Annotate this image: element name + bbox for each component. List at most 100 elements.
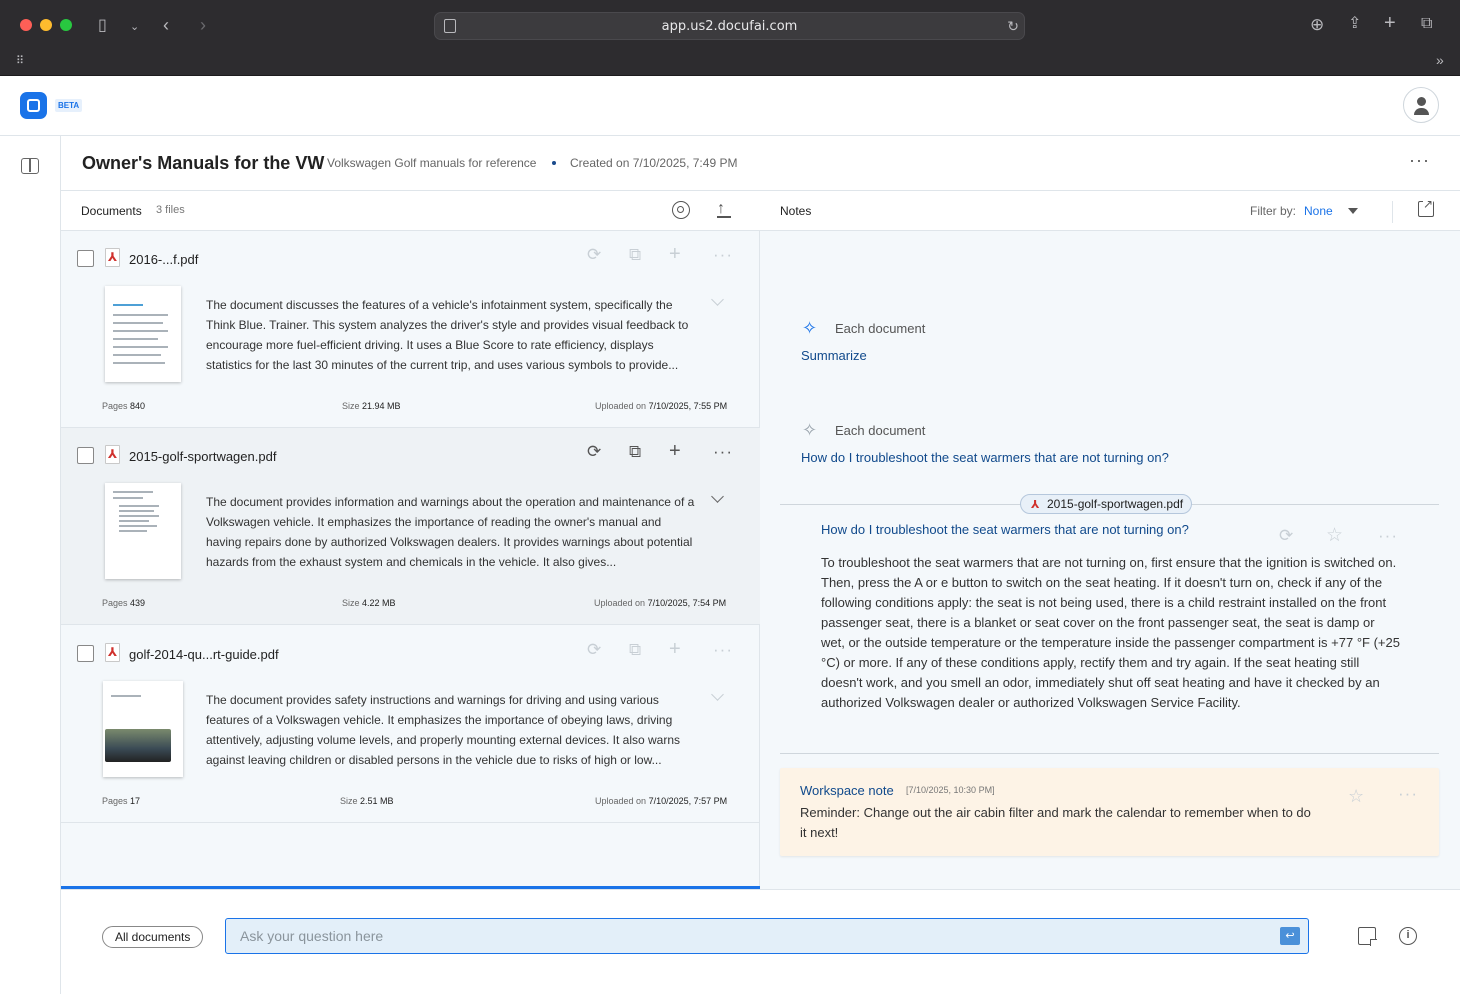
document-pages: Pages 840	[102, 401, 146, 411]
document-name[interactable]: golf-2014-qu...rt-guide.pdf	[129, 647, 279, 662]
chevron-down-icon[interactable]: ⌄	[130, 19, 139, 35]
downloads-icon[interactable]: ⊕	[1310, 16, 1324, 33]
document-thumbnail[interactable]	[103, 681, 183, 777]
document-summary: The document provides information and wa…	[206, 495, 695, 569]
pdf-icon	[105, 643, 120, 662]
separator-dot	[552, 161, 556, 165]
user-avatar[interactable]	[1403, 87, 1439, 123]
more-icon[interactable]: ···	[713, 442, 733, 462]
address-bar[interactable]: app.us2.docufai.com ↻	[434, 12, 1025, 40]
document-size: Size 21.94 MB	[342, 401, 401, 411]
document-checkbox[interactable]	[77, 645, 94, 662]
documents-header: Documents 3 files ↑	[61, 191, 760, 231]
info-icon[interactable]: i	[1399, 927, 1417, 945]
back-icon[interactable]: ‹	[163, 16, 169, 34]
prompt-summarize[interactable]: Summarize	[801, 348, 867, 363]
tab-overview-icon[interactable]: ⧉	[1421, 16, 1432, 32]
workspace-created: Created on 7/10/2025, 7:49 PM	[570, 156, 738, 170]
prompt-question[interactable]: How do I troubleshoot the seat warmers t…	[801, 450, 1169, 465]
answer-question[interactable]: How do I troubleshoot the seat warmers t…	[821, 522, 1189, 537]
document-checkbox[interactable]	[77, 447, 94, 464]
minimize-window-button[interactable]	[40, 19, 52, 31]
document-item[interactable]: 2016-...f.pdf ⟳ ⧉ + ··· The document dis…	[61, 231, 760, 428]
workspace-more-button[interactable]: ···	[1409, 150, 1430, 171]
divider	[1392, 201, 1393, 223]
workspace-note-text: Reminder: Change out the air cabin filte…	[800, 805, 1311, 840]
more-icon[interactable]: ···	[713, 640, 733, 660]
source-document-name: 2015-golf-sportwagen.pdf	[1047, 497, 1184, 511]
document-actions: ⟳ ⧉ + ···	[581, 243, 741, 269]
browser-chrome: ▯ ⌄ ‹ › app.us2.docufai.com ↻ ⊕ ⇪ + ⧉ ⠿ …	[0, 0, 1460, 76]
export-icon[interactable]	[1418, 197, 1434, 217]
prompt-scope: Each document	[835, 423, 926, 438]
more-icon[interactable]: ···	[1398, 784, 1418, 804]
panel-toggle-icon[interactable]	[21, 158, 39, 174]
add-note-icon[interactable]	[1358, 927, 1377, 946]
expand-chevron-icon[interactable]	[711, 490, 724, 503]
app-header: BETA	[0, 76, 1460, 136]
answer-bottom-divider	[780, 753, 1439, 754]
document-item[interactable]: 2015-golf-sportwagen.pdf ⟳ ⧉ + ··· The d…	[61, 428, 760, 625]
documents-count: 3 files	[156, 204, 185, 216]
upload-icon[interactable]: ↑	[717, 200, 731, 218]
documents-title: Documents	[81, 204, 142, 218]
document-summary: The document provides safety instruction…	[206, 693, 681, 767]
document-pages: Pages 439	[102, 598, 146, 608]
forward-icon[interactable]: ›	[200, 16, 206, 34]
workspace-title: Owner's Manuals for the VW	[82, 153, 325, 173]
add-icon[interactable]: +	[669, 638, 681, 661]
copy-icon[interactable]: ⧉	[629, 640, 641, 660]
document-item[interactable]: golf-2014-qu...rt-guide.pdf ⟳ ⧉ + ··· Th…	[61, 626, 760, 823]
reload-icon[interactable]: ↻	[1007, 18, 1019, 35]
add-icon[interactable]: +	[669, 440, 681, 463]
left-rail	[0, 136, 61, 994]
refresh-icon[interactable]: ⟳	[587, 442, 601, 462]
more-icon[interactable]: ···	[1378, 526, 1398, 546]
scope-all-documents-button[interactable]: All documents	[102, 926, 204, 948]
grid-icon[interactable]: ⠿	[16, 53, 24, 69]
new-tab-icon[interactable]: +	[1384, 13, 1396, 33]
document-name[interactable]: 2015-golf-sportwagen.pdf	[129, 449, 276, 464]
notes-title: Notes	[780, 204, 812, 218]
more-icon[interactable]: ···	[713, 245, 733, 265]
copy-icon[interactable]: ⧉	[629, 442, 641, 462]
notes-header: Notes Filter by: None	[760, 191, 1460, 231]
document-checkbox[interactable]	[77, 250, 94, 267]
sparkle-icon: ✧	[802, 318, 818, 338]
share-icon[interactable]: ⇪	[1348, 16, 1361, 32]
workspace-note-label: Workspace note	[800, 783, 894, 798]
maximize-window-button[interactable]	[60, 19, 72, 31]
sidebar-toggle-icon[interactable]: ▯	[98, 18, 107, 34]
document-actions: ⟳ ⧉ + ···	[581, 638, 741, 664]
document-thumbnail[interactable]	[105, 286, 181, 382]
url-text: app.us2.docufai.com	[661, 19, 798, 34]
expand-chevron-icon[interactable]	[711, 293, 724, 306]
app-logo[interactable]	[20, 92, 47, 119]
ask-field[interactable]: ↩	[225, 918, 1309, 954]
filter-label: Filter by:	[1250, 204, 1297, 218]
workspace-note-card[interactable]: Workspace note [7/10/2025, 10:30 PM] Rem…	[780, 768, 1439, 856]
workspace-note-timestamp: [7/10/2025, 10:30 PM]	[906, 785, 995, 795]
target-icon[interactable]	[672, 201, 690, 219]
send-icon[interactable]: ↩	[1280, 927, 1300, 945]
document-name[interactable]: 2016-...f.pdf	[129, 252, 198, 267]
prompt-scope: Each document	[835, 321, 926, 336]
refresh-icon[interactable]: ⟳	[587, 640, 601, 660]
double-chevron-icon[interactable]: »	[1436, 52, 1444, 68]
source-document-chip[interactable]: 2015-golf-sportwagen.pdf	[1020, 494, 1193, 514]
refresh-icon[interactable]: ⟳	[587, 245, 601, 265]
filter-select[interactable]: None	[1304, 204, 1333, 218]
expand-chevron-icon[interactable]	[711, 688, 724, 701]
document-size: Size 4.22 MB	[342, 598, 396, 608]
beta-badge: BETA	[55, 99, 83, 112]
document-thumbnail[interactable]	[105, 483, 181, 579]
answer-text: To troubleshoot the seat warmers that ar…	[821, 555, 1400, 710]
close-window-button[interactable]	[20, 19, 32, 31]
copy-icon[interactable]: ⧉	[629, 245, 641, 265]
ask-input[interactable]	[226, 919, 1266, 953]
caret-down-icon[interactable]	[1348, 208, 1358, 214]
refresh-icon[interactable]: ⟳	[1279, 526, 1293, 546]
star-icon[interactable]: ☆	[1348, 786, 1364, 807]
star-icon[interactable]: ☆	[1326, 524, 1343, 547]
add-icon[interactable]: +	[669, 243, 681, 266]
